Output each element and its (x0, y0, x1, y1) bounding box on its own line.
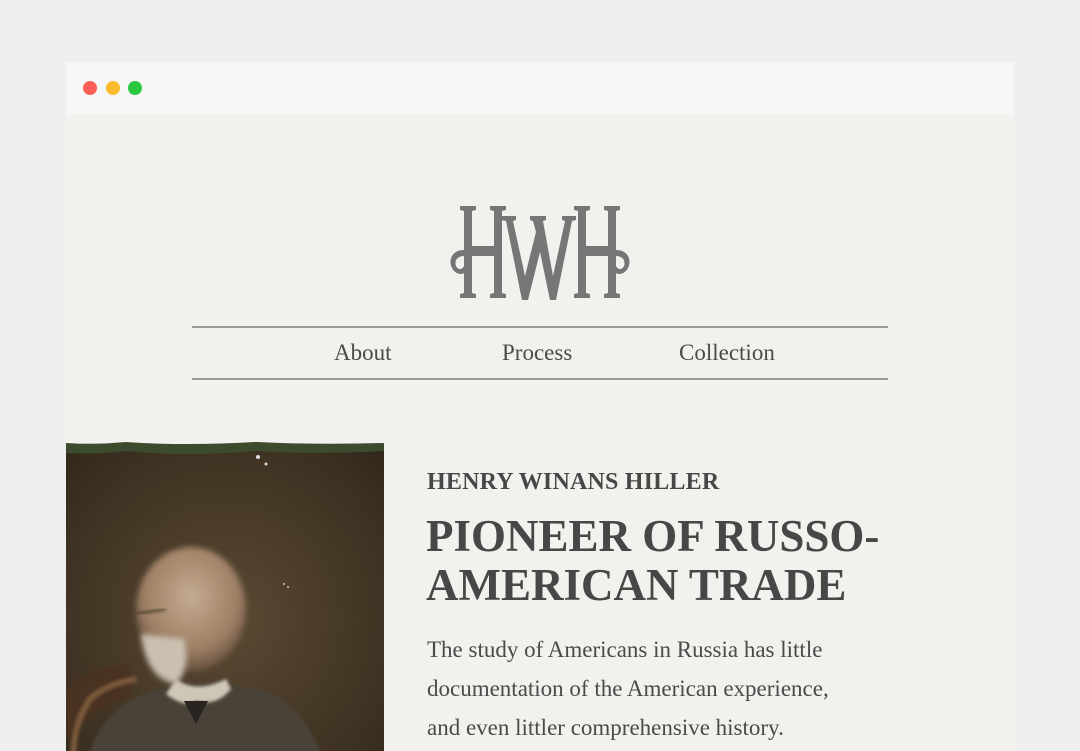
hwh-monogram-logo[interactable] (450, 202, 630, 302)
nav-link-process[interactable]: Process (502, 340, 572, 366)
minimize-window-button[interactable] (106, 81, 120, 95)
browser-window: About Process Collection HENRY WINANS HI… (66, 62, 1014, 751)
window-titlebar (66, 62, 1014, 114)
logo-icon (450, 206, 630, 300)
hero-title: PIONEER OF RUSSO-AMERICAN TRADE (426, 511, 880, 610)
main-nav: About Process Collection (192, 326, 888, 380)
portrait-image (66, 439, 384, 751)
nav-link-about[interactable]: About (334, 340, 392, 366)
close-window-button[interactable] (83, 81, 97, 95)
nav-link-collection[interactable]: Collection (679, 340, 775, 366)
hero-subtitle: HENRY WINANS HILLER (427, 469, 720, 495)
hero-intro: The study of Americans in Russia has lit… (427, 637, 829, 740)
maximize-window-button[interactable] (128, 81, 142, 95)
